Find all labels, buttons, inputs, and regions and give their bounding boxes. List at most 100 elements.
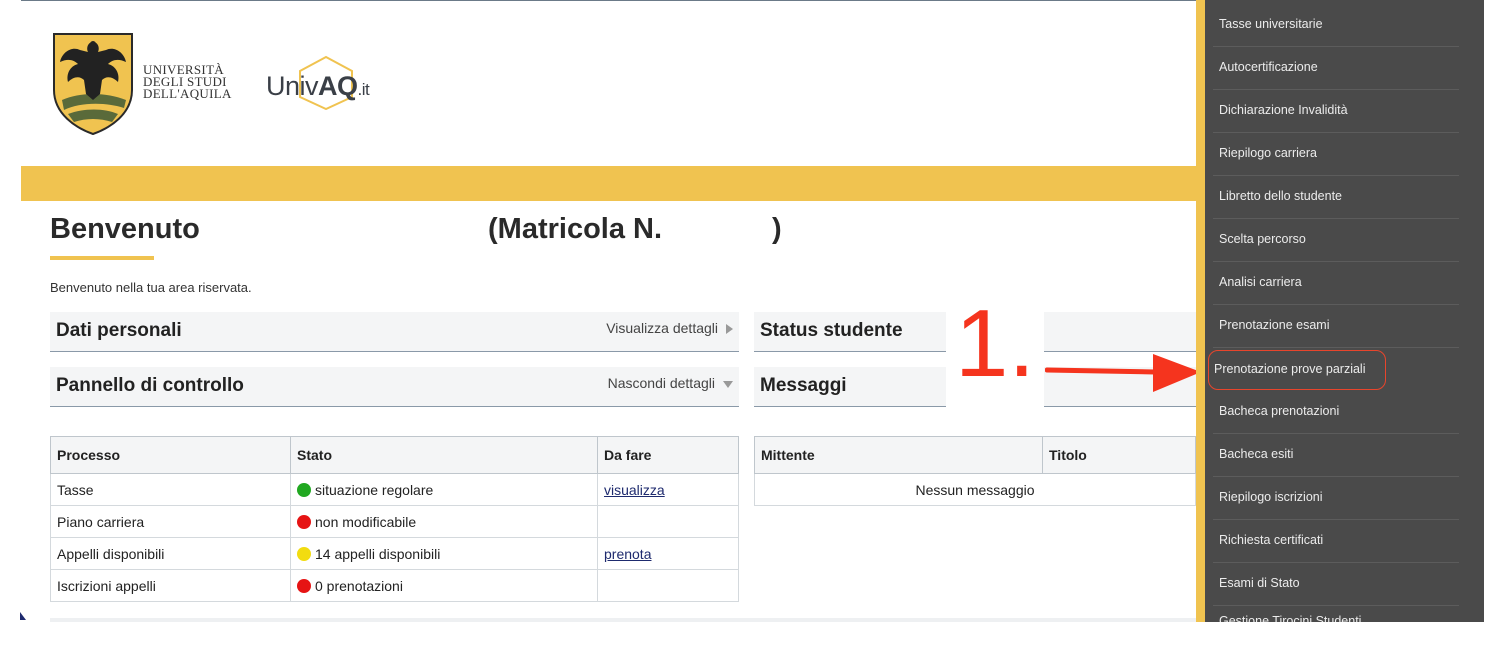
- col-stato: Stato: [290, 436, 598, 474]
- red-dot-icon: [297, 514, 311, 529]
- pannello-controllo-panel[interactable]: Pannello di controllo Nascondi dettagli: [50, 367, 739, 407]
- stato-cell: 14 appelli disponibili: [290, 537, 598, 570]
- sidebar-item-prenotazione-prove-parziali[interactable]: Prenotazione prove parziali: [1208, 350, 1386, 390]
- page-bottom-margin: [0, 622, 1500, 648]
- table-header-row: Mittente Titolo: [754, 436, 1196, 474]
- university-crest-logo: [53, 33, 133, 136]
- table-row: Nessun messaggio: [754, 473, 1196, 506]
- sidebar-item-label: Tasse universitarie: [1219, 17, 1323, 31]
- sidebar-item-analisi-carriera[interactable]: Analisi carriera: [1213, 262, 1459, 305]
- sidebar-item-label: Bacheca esiti: [1219, 447, 1294, 461]
- university-name: UNIVERSITÀ DEGLI STUDI DELL'AQUILA: [143, 63, 232, 101]
- sidebar-item-tasse-universitarie[interactable]: Tasse universitarie: [1213, 4, 1459, 47]
- stato-cell: non modificabile: [290, 505, 598, 538]
- univaq-logo[interactable]: UnivAQ.it: [262, 55, 382, 110]
- sidebar-item-libretto-studente[interactable]: Libretto dello studente: [1213, 176, 1459, 219]
- status-studente-panel[interactable]: Status studente: [754, 312, 946, 352]
- green-dot-icon: [297, 482, 311, 497]
- col-titolo: Titolo: [1042, 436, 1196, 474]
- univaq-text-b: AQ: [318, 71, 358, 101]
- univaq-text-c: .it: [357, 80, 370, 99]
- sidebar-item-label: Richiesta certificati: [1219, 533, 1324, 547]
- da-fare-cell: [597, 505, 739, 538]
- welcome-subtitle: Benvenuto nella tua area riservata.: [50, 280, 252, 295]
- da-fare-cell: prenota: [597, 537, 739, 570]
- status-studente-title: Status studente: [760, 320, 903, 341]
- title-underline: [50, 256, 154, 260]
- processo-cell: Tasse: [50, 473, 291, 506]
- sidebar-item-label: Esami di Stato: [1219, 576, 1300, 590]
- sidebar-item-prenotazione-esami[interactable]: Prenotazione esami: [1213, 305, 1459, 348]
- sidebar-menu: Tasse universitarie Autocertificazione D…: [1205, 0, 1484, 622]
- sidebar-item-bacheca-esiti[interactable]: Bacheca esiti: [1213, 434, 1459, 477]
- univaq-text-a: Univ: [266, 71, 319, 101]
- visualizza-link[interactable]: visualizza: [604, 482, 665, 498]
- sidebar-item-label: Analisi carriera: [1219, 275, 1302, 289]
- stato-text: 14 appelli disponibili: [315, 545, 441, 562]
- messaggi-title: Messaggi: [760, 375, 847, 396]
- table-header-row: Processo Stato Da fare: [50, 436, 739, 474]
- sidebar-item-label: Scelta percorso: [1219, 232, 1306, 246]
- table-row: Tasse situazione regolare visualizza: [50, 473, 739, 506]
- header-band: [21, 166, 1196, 201]
- table-row: Piano carriera non modificabile: [50, 505, 739, 538]
- sidebar-item-label: Libretto dello studente: [1219, 189, 1343, 203]
- sidebar-item-riepilogo-carriera[interactable]: Riepilogo carriera: [1213, 133, 1459, 176]
- triangle-right-icon: [726, 324, 733, 335]
- univaq-logo-text: UnivAQ.it: [266, 71, 370, 102]
- process-table: Processo Stato Da fare Tasse situazione …: [50, 436, 739, 602]
- col-da-fare: Da fare: [597, 436, 739, 474]
- dati-personali-panel[interactable]: Dati personali Visualizza dettagli: [50, 312, 739, 352]
- table-row: Appelli disponibili 14 appelli disponibi…: [50, 537, 739, 570]
- messaggi-panel[interactable]: Messaggi: [754, 367, 946, 407]
- da-fare-cell: visualizza: [597, 473, 739, 506]
- pannello-controllo-title: Pannello di controllo: [56, 375, 244, 396]
- messages-table: Mittente Titolo Nessun messaggio: [754, 436, 1196, 506]
- dati-personali-title: Dati personali: [56, 320, 182, 341]
- annotation-arrow-icon: [1045, 354, 1201, 392]
- sidebar-item-cut-off[interactable]: Gestione Tirocini Studenti: [1219, 614, 1361, 622]
- sidebar-item-label: Bacheca prenotazioni: [1219, 404, 1340, 418]
- stato-text: 0 prenotazioni: [315, 577, 403, 594]
- red-dot-icon: [297, 578, 311, 593]
- visualizza-dettagli-toggle[interactable]: Visualizza dettagli: [606, 320, 733, 336]
- sidebar-item-bacheca-prenotazioni[interactable]: Bacheca prenotazioni: [1213, 391, 1459, 434]
- page-title: Benvenuto: [50, 213, 200, 245]
- stato-cell: 0 prenotazioni: [290, 569, 598, 602]
- triangle-down-icon: [723, 380, 733, 388]
- processo-cell: Appelli disponibili: [50, 537, 291, 570]
- yellow-dot-icon: [297, 546, 311, 561]
- sidebar-item-dichiarazione-invalidita[interactable]: Dichiarazione Invalidità: [1213, 90, 1459, 133]
- sidebar-item-esami-di-stato[interactable]: Esami di Stato: [1213, 563, 1459, 606]
- matricola-close: ): [772, 213, 782, 245]
- stato-text: situazione regolare: [315, 481, 434, 498]
- nascondi-dettagli-label: Nascondi dettagli: [607, 375, 715, 391]
- sidebar-item-label: Autocertificazione: [1219, 60, 1318, 74]
- visualizza-dettagli-label: Visualizza dettagli: [606, 320, 718, 336]
- sidebar-item-label: Prenotazione esami: [1219, 318, 1330, 332]
- sidebar-item-riepilogo-iscrizioni[interactable]: Riepilogo iscrizioni: [1213, 477, 1459, 520]
- sidebar-item-label: Dichiarazione Invalidità: [1219, 103, 1348, 117]
- corner-mark: [20, 612, 26, 620]
- processo-cell: Iscrizioni appelli: [50, 569, 291, 602]
- sidebar-item-scelta-percorso[interactable]: Scelta percorso: [1213, 219, 1459, 262]
- sidebar-item-richiesta-certificati[interactable]: Richiesta certificati: [1213, 520, 1459, 563]
- prenota-link[interactable]: prenota: [604, 546, 651, 562]
- sidebar-edge: [1196, 0, 1205, 622]
- empty-messages-cell: Nessun messaggio: [754, 473, 1196, 506]
- nascondi-dettagli-toggle[interactable]: Nascondi dettagli: [608, 375, 733, 391]
- matricola-label: (Matricola N.: [488, 213, 663, 245]
- status-studente-panel-right: [1044, 312, 1196, 352]
- sidebar-item-label: Prenotazione prove parziali: [1214, 362, 1366, 376]
- sidebar-item-label: Riepilogo carriera: [1219, 146, 1317, 160]
- da-fare-cell: [597, 569, 739, 602]
- stato-cell: situazione regolare: [290, 473, 598, 506]
- university-name-line3: DELL'AQUILA: [143, 86, 232, 101]
- table-row: Iscrizioni appelli 0 prenotazioni: [50, 569, 739, 602]
- stato-text: non modificabile: [315, 513, 417, 530]
- processo-cell: Piano carriera: [50, 505, 291, 538]
- col-processo: Processo: [50, 436, 291, 474]
- annotation-step-number: 1.: [955, 290, 1036, 397]
- sidebar-item-autocertificazione[interactable]: Autocertificazione: [1213, 47, 1459, 90]
- col-mittente: Mittente: [754, 436, 1043, 474]
